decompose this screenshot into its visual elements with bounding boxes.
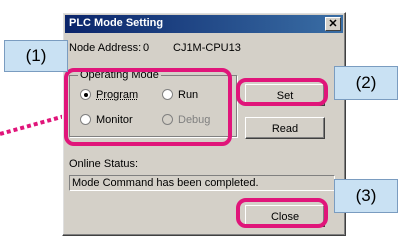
radio-indicator — [162, 89, 173, 100]
plc-mode-setting-dialog: PLC Mode Setting ✕ Node Address: 0 CJ1M-… — [62, 12, 346, 236]
radio-selected-indicator — [80, 89, 91, 100]
callout-2: (2) — [334, 66, 398, 100]
cpu-model: CJ1M-CPU13 — [173, 42, 241, 54]
radio-program[interactable]: Program — [80, 89, 138, 101]
radio-run-label: Run — [178, 89, 199, 101]
read-button[interactable]: Read — [245, 117, 325, 139]
radio-run[interactable]: Run — [162, 89, 198, 101]
radio-monitor-label: Monitor — [96, 114, 133, 126]
close-icon: ✕ — [328, 18, 338, 30]
radio-monitor[interactable]: Monitor — [80, 114, 133, 126]
callout-3: (3) — [334, 179, 398, 213]
online-status-label: Online Status: — [69, 158, 139, 170]
title-close-button[interactable]: ✕ — [325, 17, 341, 31]
online-status-field: Mode Command has been completed. — [69, 175, 335, 191]
radio-debug-label: Debug — [178, 114, 211, 126]
radio-indicator — [162, 114, 173, 125]
window-title: PLC Mode Setting — [69, 17, 164, 29]
radio-program-label: Program — [96, 89, 139, 101]
operating-mode-label: Operating Mode — [78, 69, 161, 81]
node-address-value: 0 — [143, 42, 150, 54]
operating-mode-group: Operating Mode Program Run Monitor Debug — [69, 69, 237, 137]
callout-1: (1) — [4, 40, 68, 72]
radio-indicator — [80, 114, 91, 125]
close-button[interactable]: Close — [245, 205, 325, 227]
node-address-label: Node Address: — [69, 42, 142, 54]
radio-debug: Debug — [162, 114, 210, 126]
set-button[interactable]: Set — [245, 84, 325, 106]
title-bar: PLC Mode Setting ✕ — [65, 15, 343, 33]
